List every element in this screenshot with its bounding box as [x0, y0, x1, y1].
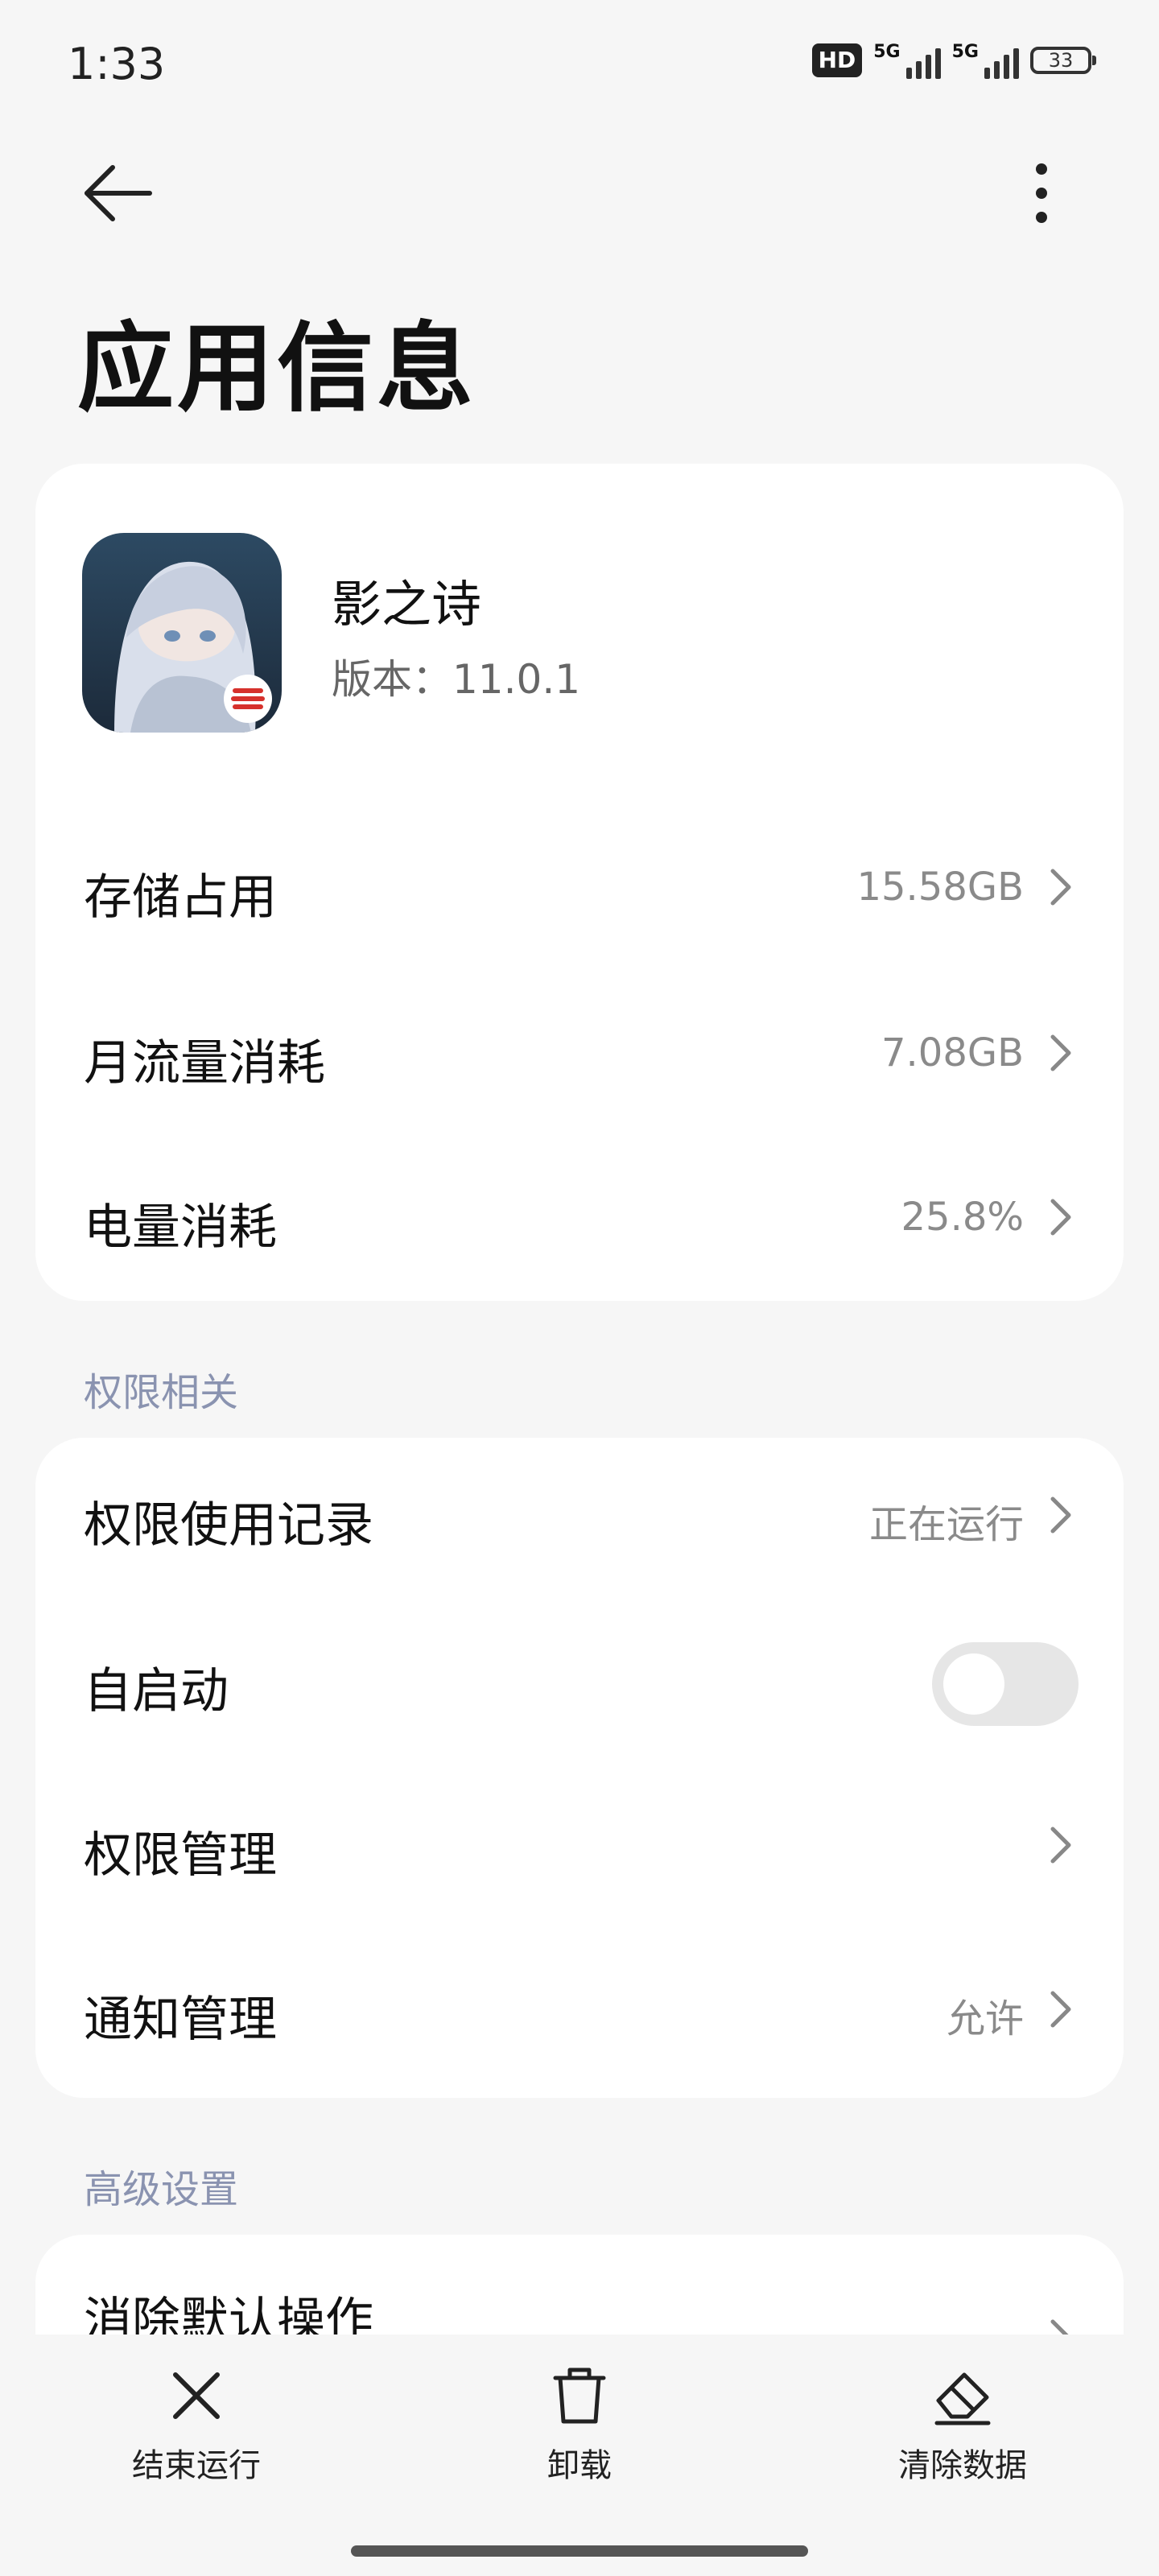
chevron-right-icon	[1050, 1034, 1071, 1071]
row-label: 通知管理	[84, 1992, 277, 2048]
more-vertical-icon	[1036, 163, 1047, 223]
chevron-right-icon	[1050, 1827, 1071, 1864]
row-label: 权限使用记录	[84, 1497, 373, 1554]
uninstall-label: 卸载	[547, 2447, 612, 2484]
chevron-right-icon	[1050, 1199, 1071, 1236]
uninstall-button[interactable]: 卸载	[475, 2363, 684, 2486]
row-value: 7.08GB	[881, 1030, 1024, 1075]
page-title: 应用信息	[77, 313, 476, 425]
section-header-permissions: 权限相关	[84, 1370, 239, 1415]
signal-icon: 5G	[873, 42, 941, 79]
close-icon	[173, 2372, 220, 2419]
row-label: 权限管理	[84, 1827, 277, 1884]
status-icons: HD 5G 5G 33	[811, 42, 1096, 79]
clear-data-button[interactable]: 清除数据	[858, 2363, 1067, 2486]
row-value: 25.8%	[901, 1195, 1024, 1240]
arrow-left-icon	[85, 165, 152, 221]
storage-row[interactable]: 存储占用 15.58GB	[35, 805, 1124, 966]
app-name: 影之诗	[332, 575, 482, 634]
home-indicator[interactable]	[351, 2545, 808, 2557]
status-time: 1:33	[68, 39, 166, 89]
app-version: 版本：11.0.1	[332, 656, 581, 703]
row-label: 存储占用	[84, 869, 277, 926]
chevron-right-icon	[1050, 1496, 1071, 1534]
row-value: 15.58GB	[856, 865, 1024, 910]
toggle-knob	[943, 1653, 1004, 1715]
data-usage-row[interactable]: 月流量消耗 7.08GB	[35, 971, 1124, 1132]
permission-management-row[interactable]: 权限管理	[35, 1768, 1124, 1929]
app-icon	[82, 533, 282, 733]
trash-icon	[553, 2368, 606, 2424]
row-value: 正在运行	[868, 1502, 1024, 1547]
battery-icon: 33	[1030, 47, 1096, 74]
eraser-icon	[934, 2372, 991, 2425]
autostart-toggle[interactable]	[932, 1642, 1079, 1726]
section-header-advanced: 高级设置	[84, 2167, 239, 2212]
more-options-button[interactable]	[1006, 158, 1079, 230]
chevron-right-icon	[1050, 869, 1071, 906]
clear-data-label: 清除数据	[898, 2447, 1027, 2484]
row-value: 允许	[946, 1996, 1024, 2041]
permission-history-row[interactable]: 权限使用记录 正在运行	[35, 1438, 1124, 1599]
row-label: 月流量消耗	[84, 1035, 325, 1092]
notification-management-row[interactable]: 通知管理 允许	[35, 1932, 1124, 2093]
row-label: 自启动	[84, 1663, 229, 1719]
hd-badge: HD	[811, 43, 863, 77]
battery-usage-row[interactable]: 电量消耗 25.8%	[35, 1135, 1124, 1296]
signal-icon: 5G	[952, 42, 1019, 79]
row-label: 电量消耗	[84, 1199, 277, 1256]
force-stop-button[interactable]: 结束运行	[92, 2363, 301, 2486]
force-stop-label: 结束运行	[132, 2447, 261, 2484]
chevron-right-icon	[1050, 1991, 1071, 2028]
back-button[interactable]	[77, 158, 158, 230]
